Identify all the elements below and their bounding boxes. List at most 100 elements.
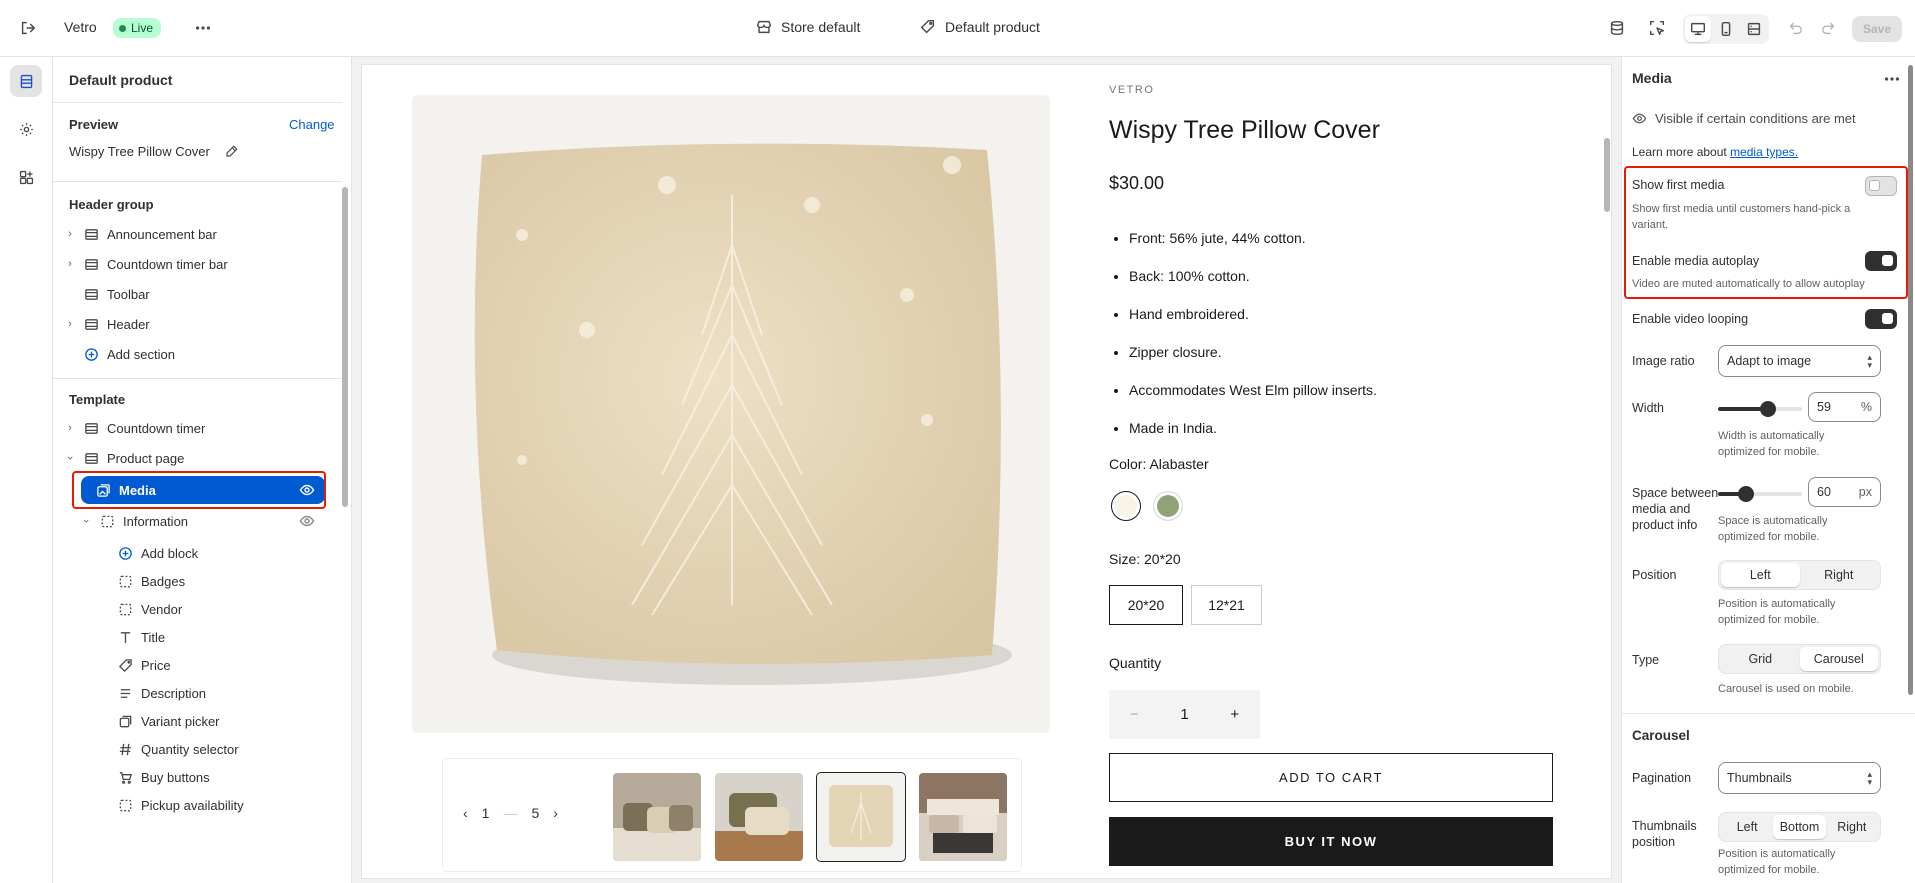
- chevron-down-icon[interactable]: ›: [80, 514, 92, 528]
- fullwidth-view-icon[interactable]: [1741, 16, 1767, 42]
- quantity-stepper: − 1 +: [1109, 690, 1260, 739]
- chevron-right-icon[interactable]: ›: [63, 318, 77, 330]
- slider-thumb[interactable]: [1738, 486, 1754, 502]
- sidebar-item-information[interactable]: › Information: [79, 508, 323, 534]
- quantity-minus-button[interactable]: −: [1130, 706, 1139, 723]
- type-label: Type: [1632, 653, 1660, 667]
- width-help: Width is automatically optimized for mob…: [1718, 430, 1825, 458]
- pagination-select[interactable]: Thumbnails ▴ ▾: [1718, 762, 1881, 794]
- sidebar-block-label: Badges: [141, 573, 186, 589]
- variant-icon: [117, 713, 133, 729]
- select-arrows-icon: ▴ ▾: [1867, 769, 1872, 787]
- sidebar-block-vendor[interactable]: Vendor: [111, 596, 311, 622]
- preview-scrollbar[interactable]: [1604, 138, 1610, 212]
- show-first-media-toggle[interactable]: [1865, 176, 1897, 196]
- sidebar-block-buy-buttons[interactable]: Buy buttons: [111, 764, 311, 790]
- default-product-selector[interactable]: Default product: [919, 18, 1040, 36]
- product-main-image[interactable]: [412, 95, 1050, 733]
- position-right-option[interactable]: Right: [1800, 563, 1879, 587]
- position-left-option[interactable]: Left: [1721, 563, 1800, 587]
- change-preview-link[interactable]: Change: [289, 117, 335, 132]
- sidebar-block-badges[interactable]: Badges: [111, 568, 311, 594]
- show-first-media-label: Show first media: [1632, 178, 1725, 192]
- more-actions-icon[interactable]: [1878, 65, 1906, 93]
- color-swatch-alabaster[interactable]: [1111, 491, 1141, 521]
- chevron-down-icon[interactable]: ›: [64, 451, 76, 465]
- hash-icon: [117, 741, 133, 757]
- sidebar-item-label: Product page: [107, 450, 185, 466]
- pagination-value: Thumbnails: [1727, 771, 1792, 785]
- exit-icon[interactable]: [14, 14, 42, 42]
- prev-arrow-icon[interactable]: ‹: [463, 805, 468, 821]
- edit-pencil-icon[interactable]: [224, 144, 239, 159]
- mobile-view-icon[interactable]: [1713, 16, 1739, 42]
- sections-icon[interactable]: [10, 65, 42, 97]
- autoplay-toggle[interactable]: [1865, 251, 1897, 271]
- sidebar-item-header[interactable]: › Header: [63, 311, 323, 337]
- buy-now-button[interactable]: BUY IT NOW: [1109, 817, 1553, 866]
- thumbnail-image[interactable]: [715, 773, 803, 861]
- database-icon[interactable]: [1603, 14, 1631, 42]
- store-default-selector[interactable]: Store default: [755, 18, 860, 36]
- type-carousel-option[interactable]: Carousel: [1799, 647, 1878, 671]
- image-ratio-select[interactable]: Adapt to image ▴ ▾: [1718, 345, 1881, 377]
- type-grid-option[interactable]: Grid: [1721, 647, 1800, 671]
- quantity-plus-button[interactable]: +: [1230, 706, 1239, 723]
- size-option[interactable]: 12*21: [1191, 585, 1262, 625]
- sidebar-item-announcement-bar[interactable]: › Announcement bar: [63, 221, 323, 247]
- add-to-cart-button[interactable]: ADD TO CART: [1109, 753, 1553, 802]
- looping-toggle[interactable]: [1865, 309, 1897, 329]
- sidebar-block-description[interactable]: Description: [111, 680, 311, 706]
- settings-gear-icon[interactable]: [10, 113, 42, 145]
- size-option-selected[interactable]: 20*20: [1109, 585, 1183, 625]
- sidebar-block-title[interactable]: Title: [111, 624, 311, 650]
- chevron-right-icon[interactable]: ›: [63, 228, 77, 240]
- sidebar-block-pickup-availability[interactable]: Pickup availability: [111, 792, 311, 818]
- eye-icon[interactable]: [299, 513, 315, 529]
- sidebar-block-label: Variant picker: [141, 713, 220, 729]
- store-default-label: Store default: [781, 19, 861, 35]
- redo-icon[interactable]: [1815, 14, 1843, 42]
- undo-icon[interactable]: [1781, 14, 1809, 42]
- cart-icon: [117, 769, 133, 785]
- space-input[interactable]: 60 px: [1808, 477, 1881, 507]
- color-swatch-green[interactable]: [1153, 491, 1183, 521]
- desktop-view-icon[interactable]: [1685, 16, 1711, 42]
- inspector-icon[interactable]: [1643, 14, 1671, 42]
- visibility-conditions[interactable]: Visible if certain conditions are met: [1632, 111, 1856, 126]
- sidebar-block-quantity-selector[interactable]: Quantity selector: [111, 736, 311, 762]
- sidebar-scrollbar[interactable]: [342, 187, 348, 507]
- thumbnails-bottom-option[interactable]: Bottom: [1773, 815, 1826, 839]
- width-input[interactable]: 59 %: [1808, 392, 1881, 422]
- add-circle-icon: [83, 346, 99, 362]
- slider-thumb[interactable]: [1760, 401, 1776, 417]
- sections-sidebar: Default product Preview Change Wispy Tre…: [53, 57, 352, 883]
- sidebar-block-price[interactable]: Price: [111, 652, 311, 678]
- thumbnails-right-option[interactable]: Right: [1826, 815, 1878, 839]
- space-slider[interactable]: [1718, 486, 1802, 502]
- media-types-link[interactable]: media types.: [1730, 145, 1798, 159]
- add-block-button[interactable]: Add block: [111, 540, 311, 566]
- live-dot-icon: [119, 24, 126, 32]
- sidebar-item-countdown-timer-bar[interactable]: › Countdown timer bar: [63, 251, 323, 277]
- thumbnail-image-active[interactable]: [816, 772, 906, 862]
- chevron-right-icon[interactable]: ›: [63, 258, 77, 270]
- thumbnails-left-option[interactable]: Left: [1721, 815, 1773, 839]
- settings-scrollbar[interactable]: [1908, 65, 1913, 695]
- save-button[interactable]: Save: [1852, 16, 1903, 42]
- more-actions-icon[interactable]: [189, 14, 217, 42]
- width-slider[interactable]: [1718, 401, 1802, 417]
- apps-icon[interactable]: [10, 161, 42, 193]
- sidebar-block-variant-picker[interactable]: Variant picker: [111, 708, 311, 734]
- left-rail: [0, 57, 53, 883]
- sidebar-item-countdown-timer[interactable]: › Countdown timer: [63, 415, 323, 441]
- add-section-button[interactable]: Add section: [63, 341, 323, 367]
- sidebar-item-toolbar[interactable]: Toolbar: [63, 281, 323, 307]
- thumbnail-image[interactable]: [919, 773, 1007, 861]
- color-label: Color: Alabaster: [1109, 456, 1209, 472]
- quantity-value[interactable]: 1: [1180, 706, 1188, 723]
- chevron-right-icon[interactable]: ›: [63, 422, 77, 434]
- thumbnail-image[interactable]: [613, 773, 701, 861]
- sidebar-item-product-page[interactable]: › Product page: [63, 445, 323, 471]
- next-arrow-icon[interactable]: ›: [553, 805, 558, 821]
